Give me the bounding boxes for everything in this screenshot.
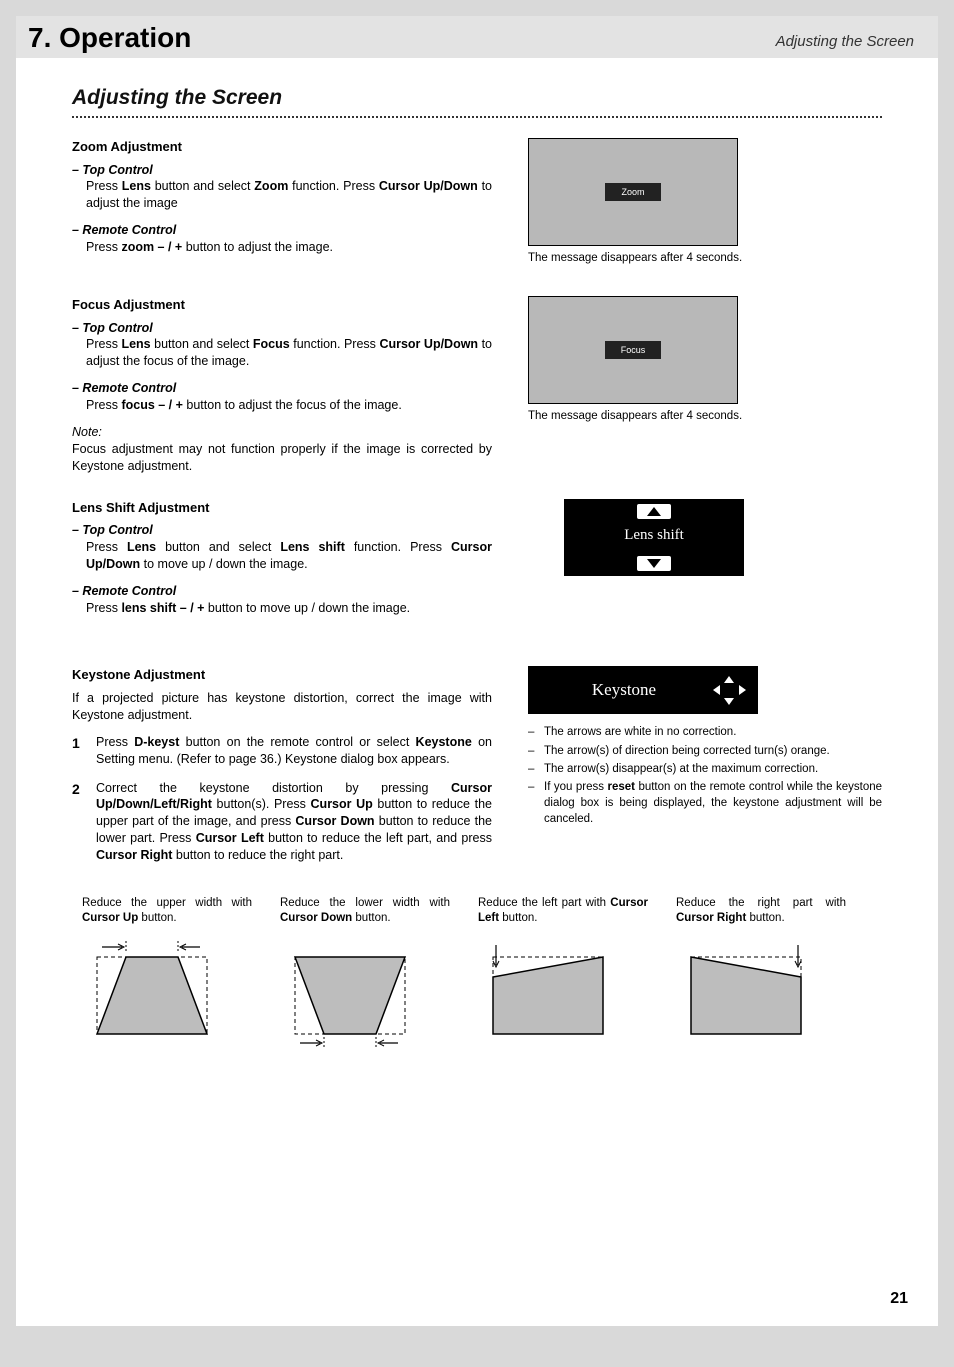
keystone-intro: If a projected picture has keystone dist… <box>72 690 492 724</box>
page: 7. Operation Adjusting the Screen Adjust… <box>16 16 938 1326</box>
page-number: 21 <box>890 1290 908 1308</box>
lens-up-icon <box>637 504 671 519</box>
diagram-2: Reduce the lower width with Cursor Down … <box>280 896 450 1049</box>
keystone-step-1: Press D-keyst button on the remote contr… <box>96 734 492 768</box>
keystone-section: Keystone Adjustment If a projected pictu… <box>72 666 882 875</box>
lens-osd-box: Lens shift <box>564 499 744 576</box>
trapezoid-up-icon <box>82 939 232 1049</box>
zoom-top-body: Press Lens button and select Zoom functi… <box>72 178 492 212</box>
keystone-steps: 1Press D-keyst button on the remote cont… <box>72 734 492 864</box>
lens-heading: Lens Shift Adjustment <box>72 499 492 517</box>
diagrams-row: Reduce the upper width with Cursor Up bu… <box>72 896 882 1049</box>
trapezoid-down-icon <box>280 939 430 1049</box>
diagram-4: Reduce the right part with Cursor Right … <box>676 896 846 1049</box>
trapezoid-right-icon <box>676 939 826 1049</box>
lens-top-body: Press Lens button and select Lens shift … <box>72 539 492 573</box>
trapezoid-left-icon <box>478 939 628 1049</box>
lens-down-icon <box>637 556 671 571</box>
content: Adjusting the Screen Zoom Adjustment – T… <box>16 58 938 1049</box>
keystone-bullet-1: The arrows are white in no correction. <box>544 724 736 740</box>
keystone-step-2: Correct the keystone distortion by press… <box>96 780 492 864</box>
focus-top-label: – Top Control <box>72 320 492 337</box>
keystone-bullets: –The arrows are white in no correction. … <box>528 724 882 827</box>
section-title: Adjusting the Screen <box>72 86 882 110</box>
keystone-arrows-icon <box>710 674 748 706</box>
lens-top-label: – Top Control <box>72 522 492 539</box>
zoom-osd-box: Zoom <box>528 138 738 246</box>
chapter-title: 7. Operation <box>28 22 191 54</box>
diagram-1: Reduce the upper width with Cursor Up bu… <box>82 896 252 1049</box>
zoom-caption: The message disappears after 4 seconds. <box>528 252 882 264</box>
focus-note-label: Note: <box>72 424 492 441</box>
focus-remote-body: Press focus – / + button to adjust the f… <box>72 397 492 414</box>
header-bar: 7. Operation Adjusting the Screen <box>16 16 938 58</box>
focus-osd-label: Focus <box>605 341 662 359</box>
focus-top-body: Press Lens button and select Focus funct… <box>72 336 492 370</box>
diagram-3: Reduce the left part with Cursor Left bu… <box>478 896 648 1049</box>
zoom-remote-label: – Remote Control <box>72 222 492 239</box>
lens-section: Lens Shift Adjustment – Top Control Pres… <box>72 499 882 627</box>
keystone-bullet-3: The arrow(s) disappear(s) at the maximum… <box>544 761 818 777</box>
lens-remote-label: – Remote Control <box>72 583 492 600</box>
keystone-bullet-2: The arrow(s) of direction being correcte… <box>544 743 830 759</box>
keystone-bullet-4: If you press reset button on the remote … <box>544 779 882 827</box>
keystone-heading: Keystone Adjustment <box>72 666 492 684</box>
zoom-remote-body: Press zoom – / + button to adjust the im… <box>72 239 492 256</box>
lens-remote-body: Press lens shift – / + button to move up… <box>72 600 492 617</box>
focus-note-text: Focus adjustment may not function proper… <box>72 441 492 475</box>
lens-osd-label: Lens shift <box>565 523 743 552</box>
focus-osd-box: Focus <box>528 296 738 404</box>
zoom-heading: Zoom Adjustment <box>72 138 492 156</box>
focus-heading: Focus Adjustment <box>72 296 492 314</box>
zoom-top-label: – Top Control <box>72 162 492 179</box>
focus-remote-label: – Remote Control <box>72 380 492 397</box>
keystone-osd-box: Keystone <box>528 666 758 714</box>
dotted-separator <box>72 116 882 118</box>
keystone-osd-label: Keystone <box>538 680 710 700</box>
zoom-section: Zoom Adjustment – Top Control Press Lens… <box>72 138 882 282</box>
zoom-osd-label: Zoom <box>605 183 660 201</box>
focus-caption: The message disappears after 4 seconds. <box>528 410 882 422</box>
header-section: Adjusting the Screen <box>776 33 914 54</box>
focus-section: Focus Adjustment – Top Control Press Len… <box>72 296 882 485</box>
